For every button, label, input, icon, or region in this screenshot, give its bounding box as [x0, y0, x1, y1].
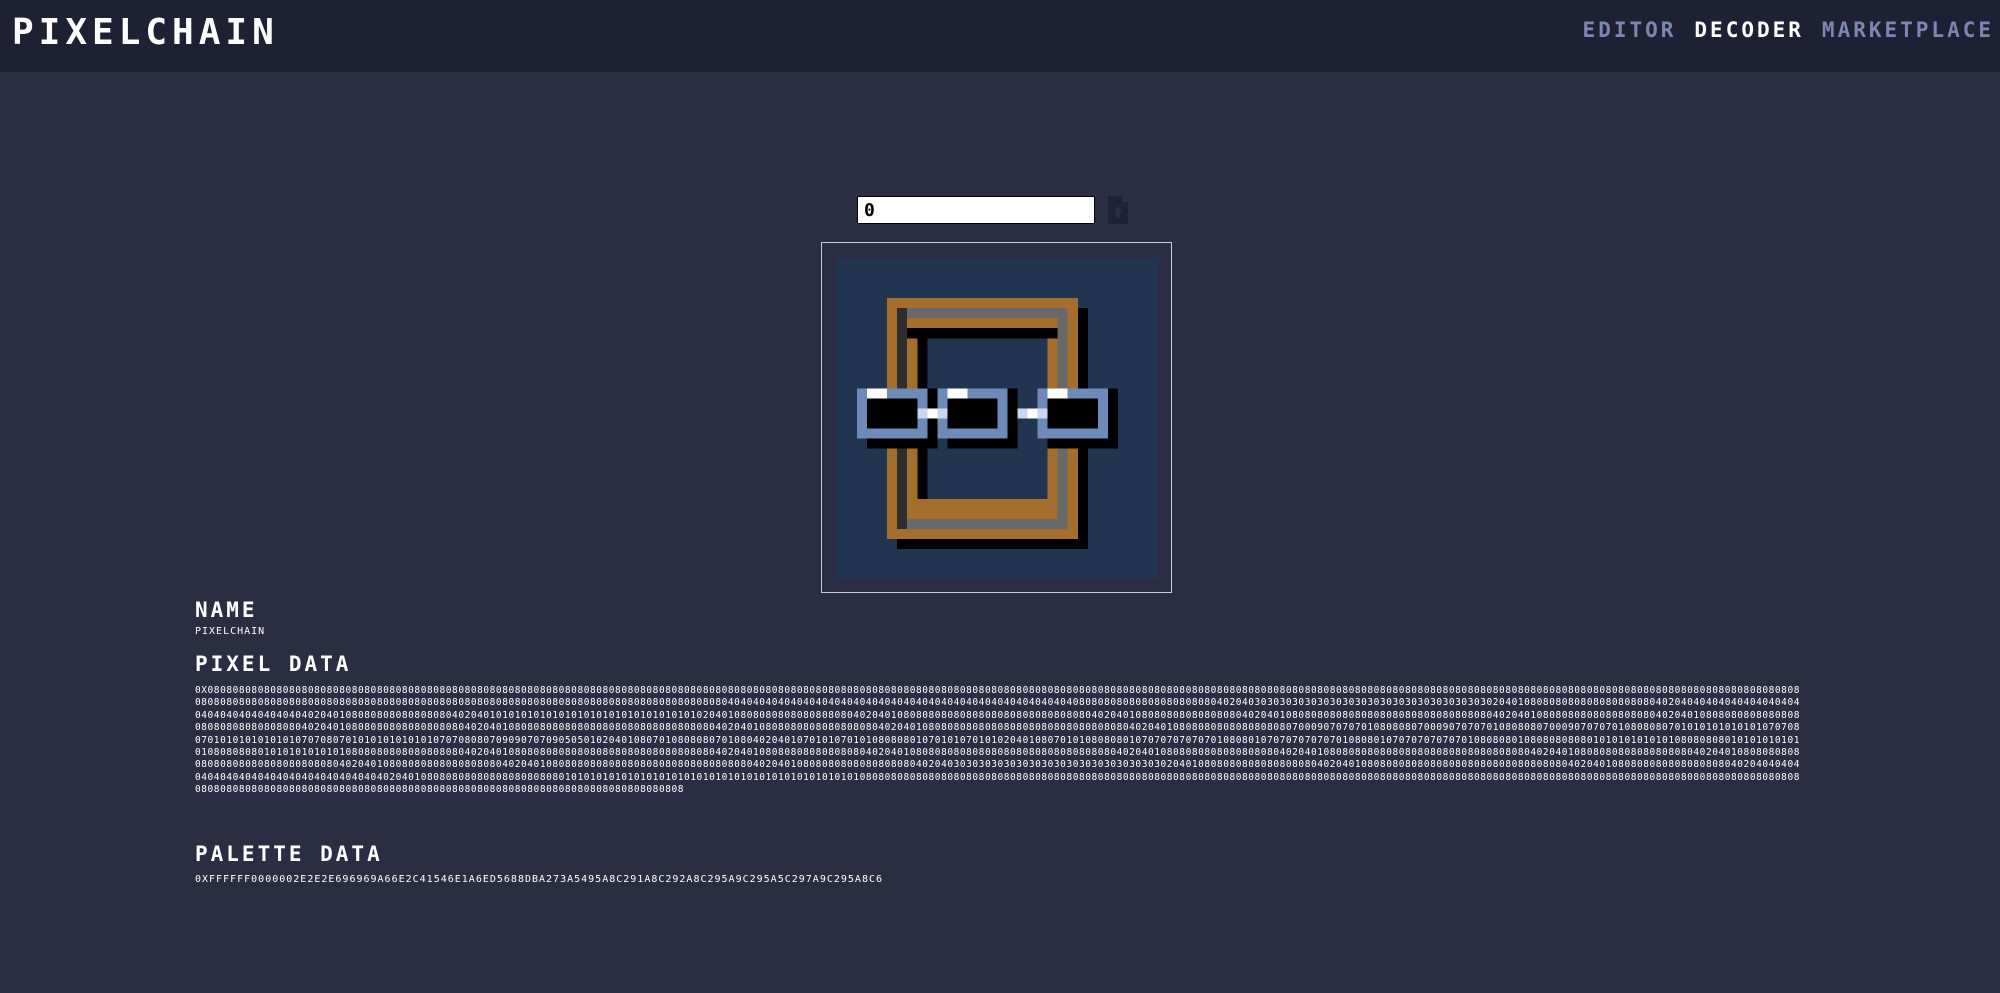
- main-nav: EDITOR DECODER MARKETPLACE: [1583, 16, 1994, 44]
- app-logo[interactable]: PIXELCHAIN: [12, 13, 279, 53]
- nav-marketplace[interactable]: MARKETPLACE: [1822, 16, 1994, 44]
- sprite-preview-frame: [821, 242, 1172, 593]
- pixelchain-sprite: [857, 298, 1118, 549]
- name-value: PIXELCHAIN: [195, 626, 266, 637]
- nav-decoder[interactable]: DECODER: [1694, 16, 1804, 44]
- sprite-canvas: [837, 258, 1158, 579]
- name-section: NAME PIXELCHAIN: [195, 597, 265, 638]
- token-id-input[interactable]: [857, 196, 1095, 224]
- pixel-data-heading: PIXEL DATA: [195, 652, 352, 676]
- pixel-data-value: 0X08080808080808080808080808080808080808…: [195, 685, 1800, 796]
- palette-data-heading: PALETTE DATA: [195, 842, 383, 866]
- nav-editor[interactable]: EDITOR: [1583, 16, 1677, 44]
- palette-data-value: 0XFFFFFF0000002E2E2E696969A66E2C41546E1A…: [195, 874, 884, 885]
- upload-icon[interactable]: [1106, 194, 1130, 226]
- name-heading: NAME: [195, 598, 258, 622]
- top-bar: PIXELCHAIN EDITOR DECODER MARKETPLACE: [0, 0, 2000, 72]
- palette-data-section: PALETTE DATA 0XFFFFFF0000002E2E2E696969A…: [195, 841, 883, 886]
- pixel-data-section: PIXEL DATA 0X080808080808080808080808080…: [195, 651, 1800, 797]
